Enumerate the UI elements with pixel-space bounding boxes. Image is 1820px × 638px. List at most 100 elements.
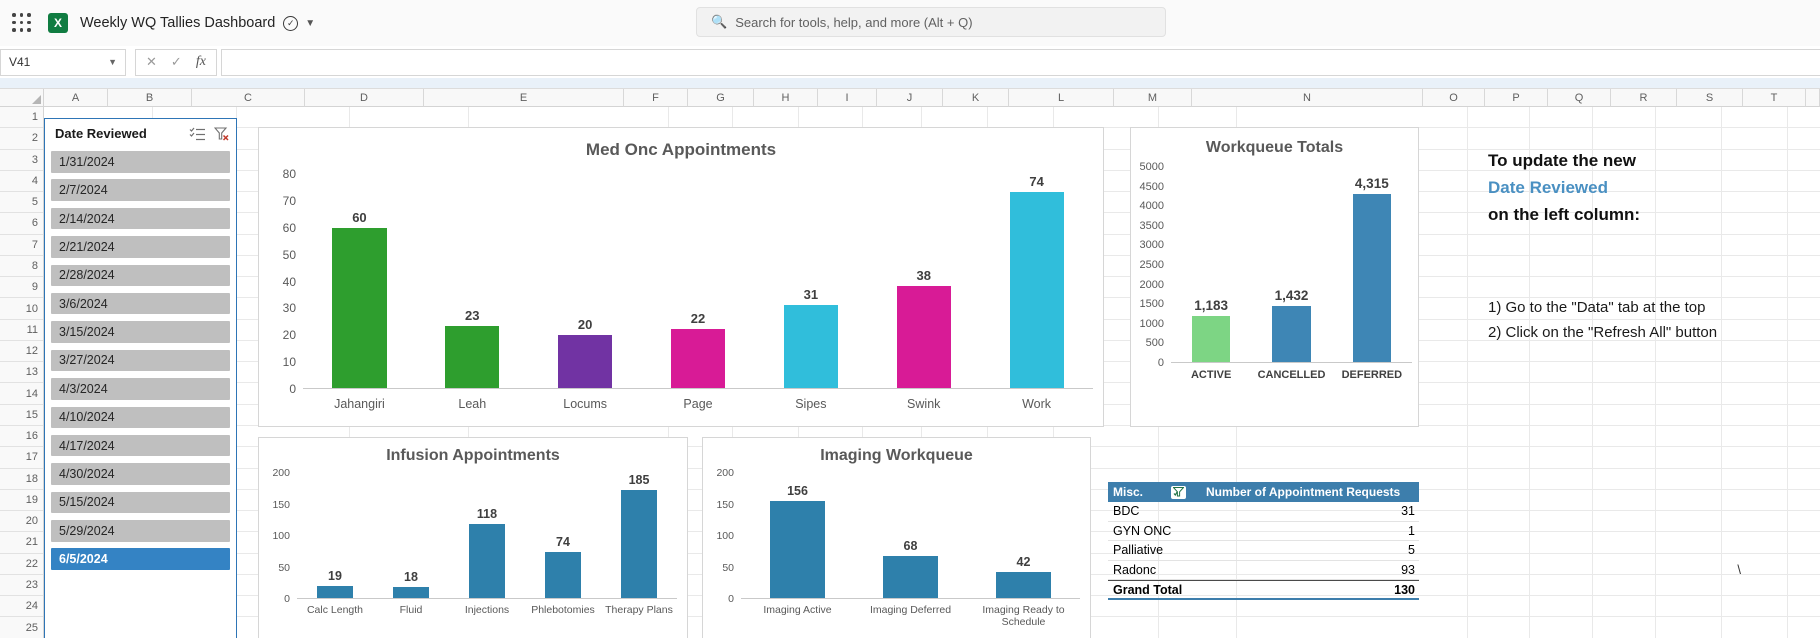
slicer-item-1/31/2024[interactable]: 1/31/2024 xyxy=(51,151,230,173)
slicer-item-3/6/2024[interactable]: 3/6/2024 xyxy=(51,292,230,315)
slicer-item-5/15/2024[interactable]: 5/15/2024 xyxy=(51,491,230,514)
row-header-12[interactable]: 12 xyxy=(0,341,43,363)
column-header-I[interactable]: I xyxy=(818,89,877,107)
column-header-L[interactable]: L xyxy=(1009,89,1114,107)
row-header-16[interactable]: 16 xyxy=(0,426,43,448)
row-header-10[interactable]: 10 xyxy=(0,298,43,320)
chart-workqueue-totals[interactable]: Workqueue Totals 5000 4500 4000 3500 3000 250… xyxy=(1130,127,1419,427)
multi-select-icon[interactable] xyxy=(189,127,206,141)
bar-Imaging Deferred[interactable] xyxy=(883,555,938,598)
bar-Imaging Active[interactable] xyxy=(770,500,825,598)
column-header-E[interactable]: E xyxy=(424,89,624,107)
column-header-B[interactable]: B xyxy=(108,89,192,107)
enter-icon[interactable]: ✓ xyxy=(171,54,182,70)
column-header-A[interactable]: A xyxy=(44,89,108,107)
column-header-K[interactable]: K xyxy=(943,89,1009,107)
misc-pivot-table[interactable]: Misc. Number of Appointment Requests BDC… xyxy=(1108,482,1419,600)
slicer-item-2/21/2024[interactable]: 2/21/2024 xyxy=(51,236,230,258)
row-header-21[interactable]: 21 xyxy=(0,532,43,554)
row-header-14[interactable]: 14 xyxy=(0,383,43,405)
bar-CANCELLED[interactable] xyxy=(1272,306,1311,362)
column-header-H[interactable]: H xyxy=(754,89,818,107)
column-header-Q[interactable]: Q xyxy=(1548,89,1611,107)
row-header-2[interactable]: 2 xyxy=(0,128,43,150)
row-header-6[interactable]: 6 xyxy=(0,213,43,235)
row-header-23[interactable]: 23 xyxy=(0,575,43,597)
slicer-item-4/17/2024[interactable]: 4/17/2024 xyxy=(51,434,230,457)
row-header-1[interactable]: 1 xyxy=(0,107,43,129)
row-header-19[interactable]: 19 xyxy=(0,490,43,512)
clear-filter-icon[interactable] xyxy=(214,126,229,141)
column-header-T[interactable]: T xyxy=(1743,89,1806,107)
formula-input[interactable] xyxy=(220,48,1820,76)
slicer-item-3/15/2024[interactable]: 3/15/2024 xyxy=(51,321,230,343)
slicer-item-3/27/2024[interactable]: 3/27/2024 xyxy=(51,349,230,372)
slicer-item-2/14/2024[interactable]: 2/14/2024 xyxy=(51,207,230,230)
row-header-4[interactable]: 4 xyxy=(0,171,43,193)
bar-Work[interactable] xyxy=(1009,192,1064,388)
pivot-row-BDC[interactable]: BDC 31 xyxy=(1108,502,1419,522)
column-header-J[interactable]: J xyxy=(877,89,943,107)
column-header-N[interactable]: N xyxy=(1192,89,1423,107)
row-header-17[interactable]: 17 xyxy=(0,447,43,469)
slicer-item-5/29/2024[interactable]: 5/29/2024 xyxy=(51,520,230,542)
row-header-20[interactable]: 20 xyxy=(0,511,43,533)
row-header-15[interactable]: 15 xyxy=(0,405,43,426)
pivot-grand-total-row[interactable]: Grand Total 130 xyxy=(1108,580,1419,600)
row-header-9[interactable]: 9 xyxy=(0,277,43,299)
bar-Sipes[interactable] xyxy=(783,305,838,388)
row-header-7[interactable]: 7 xyxy=(0,235,43,256)
name-box-chevron-icon[interactable]: ▼ xyxy=(108,57,117,67)
bar-ACTIVE[interactable] xyxy=(1191,315,1231,362)
column-header-M[interactable]: M xyxy=(1114,89,1192,107)
sheet-grid[interactable]: 1 2 3 4 5 6 7 8 9 10 11 12 13 14 15 16 17 18 19 20 21 22 23 24 2… xyxy=(0,107,1820,638)
date-reviewed-slicer[interactable]: Date Reviewed 1/31/2024 2/7/2024 2/14/20… xyxy=(44,118,237,638)
chevron-down-icon[interactable]: ▼ xyxy=(305,18,315,29)
bar-Swink[interactable] xyxy=(896,286,951,388)
chart-med-onc-appointments[interactable]: Med Onc Appointments 80 70 60 50 40 30 20 10 0 6… xyxy=(258,127,1104,427)
select-all-corner[interactable] xyxy=(0,89,44,107)
row-header-5[interactable]: 5 xyxy=(0,192,43,214)
row-header-25[interactable]: 25 xyxy=(0,617,43,638)
slicer-item-6/5/2024[interactable]: 6/5/2024 xyxy=(51,548,230,570)
row-header-13[interactable]: 13 xyxy=(0,362,43,384)
name-box[interactable]: V41 ▼ xyxy=(0,48,126,76)
row-header-24[interactable]: 24 xyxy=(0,596,43,618)
column-header-R[interactable]: R xyxy=(1611,89,1677,107)
insert-function-icon[interactable]: fx xyxy=(196,54,206,70)
bar-Calc Length[interactable] xyxy=(316,586,354,598)
pivot-row-GYN ONC[interactable]: GYN ONC 1 xyxy=(1108,522,1419,541)
chart-imaging-workqueue[interactable]: Imaging Workqueue 200 150 100 50 0 156 68 42 I… xyxy=(702,437,1091,638)
document-title[interactable]: Weekly WQ Tallies Dashboard xyxy=(80,15,275,31)
column-header-P[interactable]: P xyxy=(1485,89,1548,107)
column-header-D[interactable]: D xyxy=(305,89,424,107)
bar-Jahangiri[interactable] xyxy=(332,227,387,388)
bar-Locums[interactable] xyxy=(558,334,613,388)
bar-Leah[interactable] xyxy=(445,326,500,388)
row-header-18[interactable]: 18 xyxy=(0,469,43,490)
slicer-item-4/3/2024[interactable]: 4/3/2024 xyxy=(51,378,230,400)
pivot-row-Radonc[interactable]: Radonc 93 xyxy=(1108,561,1419,580)
column-header-G[interactable]: G xyxy=(688,89,754,107)
pivot-row-Palliative[interactable]: Palliative 5 xyxy=(1108,541,1419,561)
column-header-O[interactable]: O xyxy=(1423,89,1485,107)
bar-Fluid[interactable] xyxy=(392,586,430,598)
bar-Imaging Ready to Schedule[interactable] xyxy=(996,571,1051,598)
bar-DEFERRED[interactable] xyxy=(1352,193,1392,362)
row-header-3[interactable]: 3 xyxy=(0,150,43,171)
bar-Page[interactable] xyxy=(670,329,726,388)
excel-logo-icon[interactable]: X xyxy=(48,13,68,33)
column-header-C[interactable]: C xyxy=(192,89,305,107)
search-bar[interactable]: 🔍 xyxy=(696,7,1166,37)
row-header-11[interactable]: 11 xyxy=(0,320,43,341)
row-header-8[interactable]: 8 xyxy=(0,256,43,278)
slicer-item-4/30/2024[interactable]: 4/30/2024 xyxy=(51,463,230,485)
column-header-S[interactable]: S xyxy=(1677,89,1743,107)
search-input[interactable] xyxy=(735,14,1165,30)
column-header-F[interactable]: F xyxy=(624,89,688,107)
pivot-filter-icon[interactable] xyxy=(1171,485,1187,499)
bar-Phlebotomies[interactable] xyxy=(544,551,582,598)
cancel-icon[interactable]: ✕ xyxy=(146,54,157,70)
slicer-item-4/10/2024[interactable]: 4/10/2024 xyxy=(51,406,230,429)
app-launcher-icon[interactable] xyxy=(12,13,32,33)
